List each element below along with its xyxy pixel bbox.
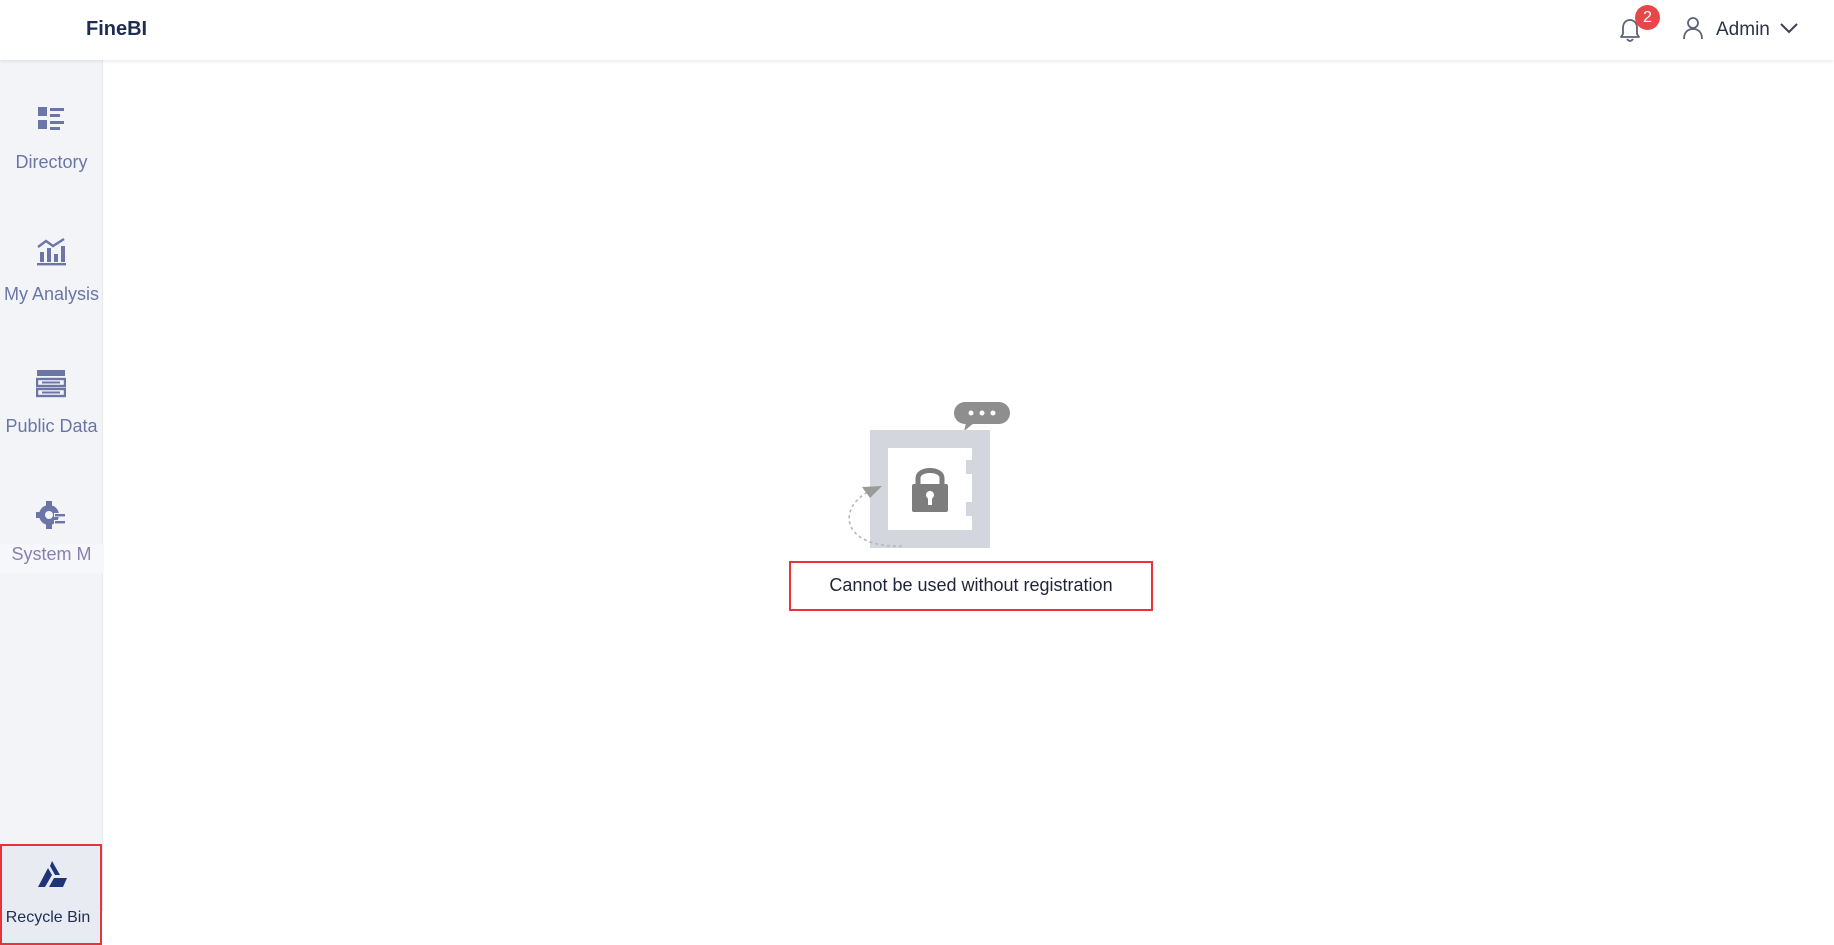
registration-required-message: Cannot be used without registration	[789, 561, 1153, 611]
sidebar-item-label: System M	[11, 544, 92, 564]
sidebar-item-label: Directory	[15, 152, 88, 172]
sidebar-item-public-data[interactable]: Public Data	[0, 368, 103, 478]
recycle-bin-icon	[36, 860, 68, 893]
sidebar-item-recycle-bin[interactable]: Recycle Bin	[0, 844, 102, 945]
sidebar-item-directory[interactable]: Directory	[0, 104, 103, 214]
directory-icon	[36, 104, 66, 134]
public-data-icon	[35, 368, 67, 398]
user-name: Admin	[1716, 19, 1770, 40]
sidebar-item-system-management[interactable]: System M	[0, 500, 103, 610]
sidebar-item-my-analysis[interactable]: My Analysis	[0, 236, 103, 346]
sidebar: Directory My Analysis Public Data System…	[0, 60, 118, 945]
sidebar-item-label: My Analysis	[3, 284, 100, 304]
sidebar-item-label: Public Data	[5, 416, 98, 436]
sidebar-item-label: Recycle Bin	[5, 909, 91, 926]
chevron-down-icon[interactable]	[1780, 21, 1798, 39]
notification-badge[interactable]: 2	[1635, 5, 1660, 30]
system-gear-icon	[36, 500, 66, 530]
analysis-chart-icon	[36, 236, 66, 266]
user-icon	[1682, 16, 1704, 45]
brand-logo[interactable]: FineBI	[86, 18, 147, 41]
locked-safe-icon	[832, 398, 1012, 548]
user-menu[interactable]: Admin	[1682, 14, 1798, 46]
top-bar: FineBI 2 Admin	[0, 0, 1834, 60]
